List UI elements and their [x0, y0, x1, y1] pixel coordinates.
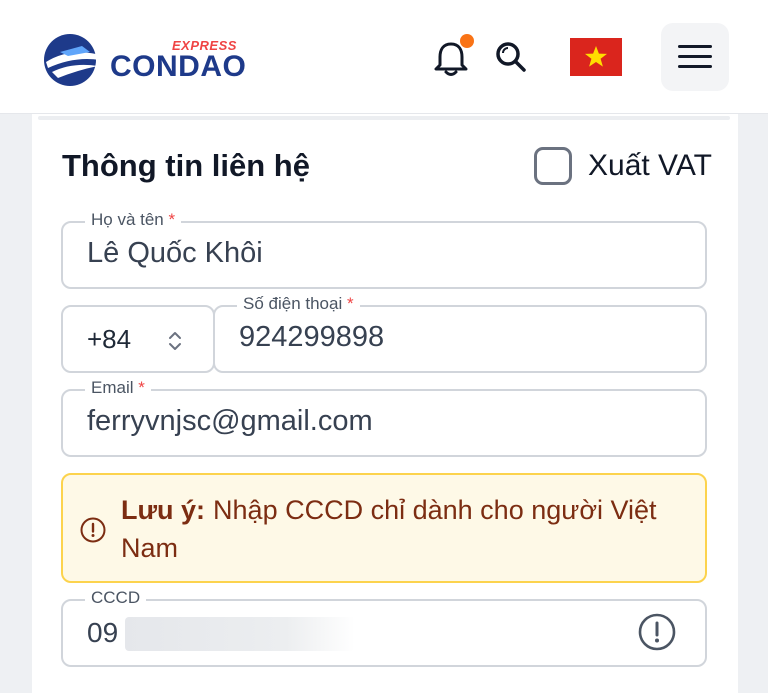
star-icon — [585, 46, 607, 67]
language-flag-vietnam[interactable] — [570, 38, 622, 76]
full-name-field[interactable]: Họ và tên * Lê Quốc Khôi — [61, 210, 707, 289]
hamburger-menu-button[interactable] — [661, 23, 729, 91]
section-title: Thông tin liên hệ — [62, 148, 310, 183]
menu-bar — [678, 45, 712, 48]
card-divider — [38, 116, 730, 120]
cccd-field[interactable]: CCCD 09 — [61, 588, 707, 667]
vat-checkbox-row[interactable]: Xuất VAT — [534, 147, 734, 187]
top-header: EXPRESS CONDAO — [0, 0, 768, 114]
ferry-logo-icon — [44, 34, 100, 86]
vat-checkbox[interactable] — [534, 147, 572, 185]
full-name-label: Họ và tên * — [85, 210, 182, 230]
search-icon[interactable] — [492, 38, 530, 76]
notification-dot — [460, 34, 474, 48]
country-code-select[interactable]: +84 — [61, 305, 215, 373]
menu-bar — [678, 65, 712, 68]
cccd-label: CCCD — [85, 588, 147, 608]
email-value: ferryvnjsc@gmail.com — [87, 405, 373, 437]
logo-brand-text: CONDAO — [110, 50, 247, 83]
notice-text: Lưu ý: Nhập CCCD chỉ dành cho người Việt … — [121, 491, 691, 567]
country-code-value: +84 — [87, 324, 132, 354]
phone-label: Số điện thoại * — [237, 294, 360, 314]
menu-bar — [678, 55, 712, 58]
email-label: Email * — [85, 378, 151, 398]
cccd-value: 09 — [87, 617, 119, 648]
chevron-up-down-icon — [169, 332, 181, 350]
full-name-value: Lê Quốc Khôi — [87, 237, 263, 269]
phone-value: 924299898 — [239, 321, 385, 353]
cccd-notice: Lưu ý: Nhập CCCD chỉ dành cho người Việt … — [61, 473, 707, 583]
vat-label: Xuất VAT — [588, 149, 712, 182]
redacted-value-mask — [125, 617, 355, 651]
email-field[interactable]: Email * ferryvnjsc@gmail.com — [61, 378, 707, 457]
info-alert-icon — [80, 517, 106, 543]
notice-label: Lưu ý: — [121, 495, 206, 525]
phone-field[interactable]: Số điện thoại * 924299898 — [213, 294, 707, 373]
condao-logo[interactable]: EXPRESS CONDAO — [38, 32, 246, 88]
alert-circle-icon[interactable] — [636, 611, 678, 653]
